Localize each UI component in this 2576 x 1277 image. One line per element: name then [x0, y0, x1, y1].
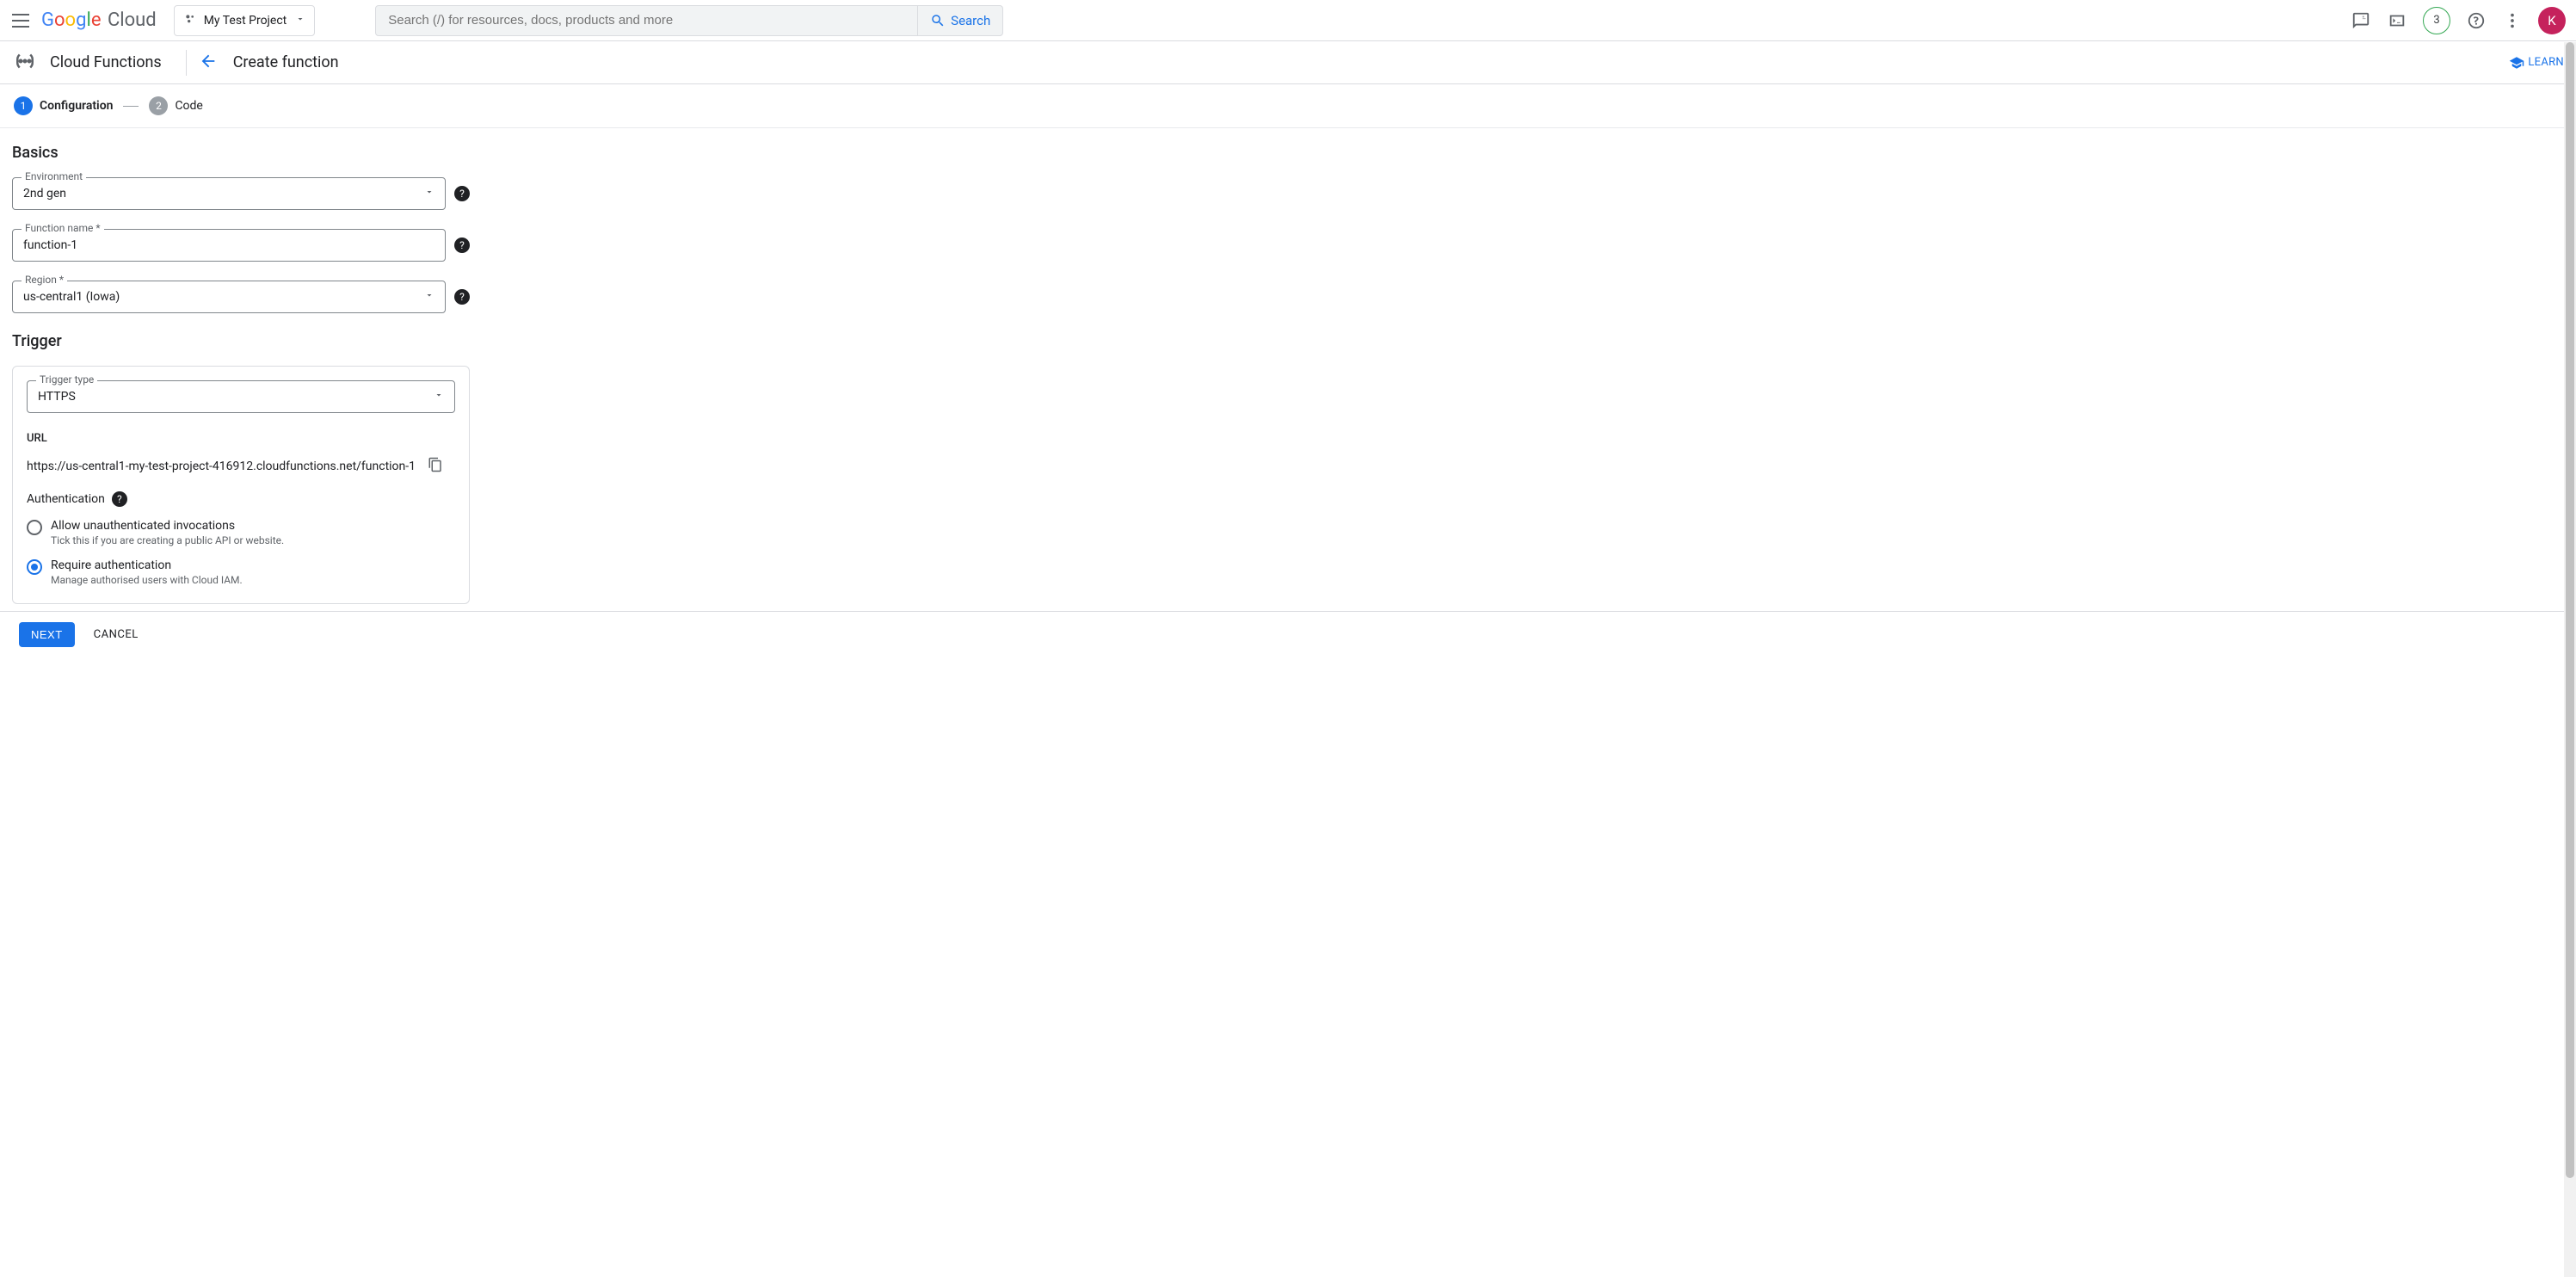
learn-button[interactable]: LEARN [2509, 55, 2564, 71]
environment-help-icon[interactable]: ? [454, 186, 470, 201]
environment-label: Environment [22, 170, 86, 182]
region-select[interactable]: Region * us-central1 (Iowa) [12, 281, 446, 313]
caret-down-icon [424, 187, 434, 200]
sub-bar: Cloud Functions Create function LEARN [0, 41, 2576, 84]
step-configuration[interactable]: 1 Configuration [14, 96, 113, 115]
chat-icon[interactable] [2351, 10, 2371, 31]
badge-count: 3 [2433, 14, 2439, 27]
learn-label: LEARN [2528, 56, 2564, 69]
radio-unchecked-icon [27, 520, 42, 535]
auth-option2-label: Require authentication [51, 558, 243, 572]
auth-option2-desc: Manage authorised users with Cloud IAM. [51, 574, 243, 586]
scrollbar-thumb[interactable] [2566, 42, 2574, 1178]
auth-option1-label: Allow unauthenticated invocations [51, 519, 284, 533]
scrollbar-track[interactable] [2564, 42, 2576, 1277]
environment-row: Environment 2nd gen ? [12, 177, 470, 210]
help-icon[interactable] [2466, 10, 2487, 31]
search-button[interactable]: Search [917, 6, 1002, 35]
notifications-badge[interactable]: 3 [2423, 7, 2450, 34]
caret-down-icon [424, 290, 434, 304]
next-button[interactable]: NEXT [19, 622, 75, 647]
search-input[interactable] [376, 13, 917, 28]
environment-value: 2nd gen [23, 187, 66, 200]
trigger-type-value: HTTPS [38, 390, 76, 404]
hamburger-menu-icon[interactable] [10, 10, 31, 31]
search-container: Search [375, 5, 1003, 36]
authentication-title: Authentication ? [27, 491, 455, 507]
authentication-help-icon[interactable]: ? [112, 491, 127, 507]
product-title[interactable]: Cloud Functions [50, 53, 162, 71]
function-name-value: function-1 [23, 238, 77, 252]
project-selector[interactable]: My Test Project [174, 5, 316, 36]
bottom-actions: NEXT CANCEL [0, 611, 2576, 657]
url-row: https://us-central1-my-test-project-4169… [27, 457, 455, 476]
cancel-button[interactable]: CANCEL [94, 628, 139, 641]
region-help-icon[interactable]: ? [454, 289, 470, 305]
top-right-actions: 3 K [2351, 7, 2566, 34]
auth-option1-desc: Tick this if you are creating a public A… [51, 534, 284, 546]
avatar-letter: K [2548, 13, 2555, 28]
project-icon [183, 12, 197, 29]
more-vert-icon[interactable] [2502, 10, 2523, 31]
form-content: Basics Environment 2nd gen ? Function na… [0, 128, 482, 604]
project-name: My Test Project [204, 14, 287, 28]
stepper: 1 Configuration 2 Code [0, 84, 2576, 128]
trigger-box: Trigger type HTTPS URL https://us-centra… [12, 366, 470, 604]
url-label: URL [27, 432, 455, 445]
caret-down-icon [295, 14, 305, 28]
basics-title: Basics [12, 144, 470, 162]
radio-checked-icon [27, 559, 42, 575]
region-row: Region * us-central1 (Iowa) ? [12, 281, 470, 313]
trigger-type-select[interactable]: Trigger type HTTPS [27, 380, 455, 413]
auth-option-allow-unauthenticated[interactable]: Allow unauthenticated invocations Tick t… [27, 519, 455, 546]
trigger-title: Trigger [12, 332, 470, 350]
google-cloud-logo[interactable]: Google Cloud [41, 9, 157, 31]
auth-option-require-authentication[interactable]: Require authentication Manage authorised… [27, 558, 455, 586]
trigger-type-label: Trigger type [36, 373, 97, 386]
step-1-number: 1 [14, 96, 33, 115]
back-arrow-icon[interactable] [199, 52, 218, 74]
step-2-number: 2 [149, 96, 168, 115]
environment-select[interactable]: Environment 2nd gen [12, 177, 446, 210]
cloud-shell-icon[interactable] [2387, 10, 2407, 31]
top-bar: Google Cloud My Test Project Search 3 [0, 0, 2576, 41]
caret-down-icon [434, 390, 444, 404]
step-divider [123, 106, 139, 107]
divider [186, 50, 187, 76]
step-2-label: Code [175, 99, 202, 113]
region-value: us-central1 (Iowa) [23, 290, 120, 304]
search-button-label: Search [951, 13, 990, 28]
region-label: Region * [22, 274, 67, 286]
step-1-label: Configuration [40, 99, 113, 113]
function-name-input[interactable]: Function name * function-1 [12, 229, 446, 262]
avatar[interactable]: K [2538, 7, 2566, 34]
function-name-help-icon[interactable]: ? [454, 238, 470, 253]
copy-icon[interactable] [428, 457, 443, 476]
authentication-label: Authentication [27, 492, 105, 506]
function-name-label: Function name * [22, 222, 104, 234]
cloud-functions-icon [12, 48, 38, 77]
function-name-row: Function name * function-1 ? [12, 229, 470, 262]
step-code[interactable]: 2 Code [149, 96, 202, 115]
url-value: https://us-central1-my-test-project-4169… [27, 460, 416, 473]
page-title: Create function [233, 53, 339, 71]
